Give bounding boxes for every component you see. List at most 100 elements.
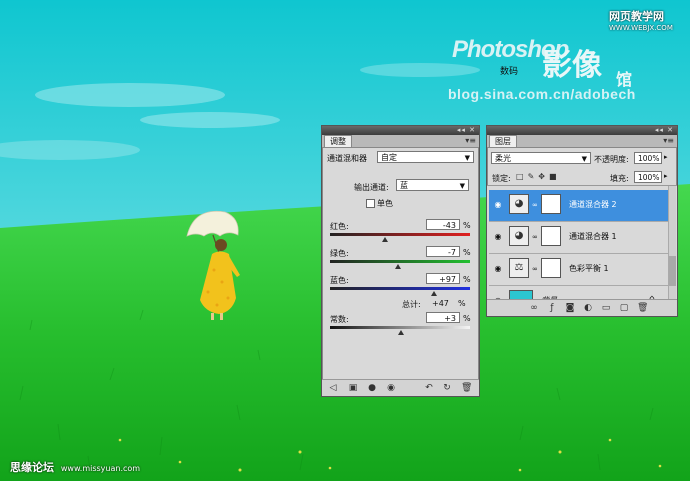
layer-name: 通道混合器 2 xyxy=(569,200,617,209)
collapse-close-icon[interactable]: ◂◂ ✕ xyxy=(457,126,476,134)
lock-move-icon[interactable]: ✥ xyxy=(538,172,549,181)
red-percent: % xyxy=(463,221,471,230)
tab-adjustments[interactable]: 调整 xyxy=(324,135,352,147)
adjustments-bottom-toolbar: ◁ ▣ ● ◉ ↶ ↻ 🗑 xyxy=(322,379,479,396)
layer-mask-thumbnail[interactable] xyxy=(541,194,561,214)
visibility-icon[interactable]: ◉ xyxy=(386,383,396,393)
eye-icon[interactable]: ◉ xyxy=(493,264,503,274)
brand-shuma: 数码 xyxy=(500,67,519,77)
new-group-icon[interactable]: ▭ xyxy=(601,303,611,313)
mono-label: 单色 xyxy=(377,199,393,208)
layer-name: 色彩平衡 1 xyxy=(569,264,609,273)
green-slider-thumb[interactable] xyxy=(394,264,401,269)
panel-titlebar[interactable]: ◂◂ ✕ xyxy=(487,126,677,135)
layer-row-channel-mixer-1[interactable]: ◉ ◕ ∞ 通道混合器 1 xyxy=(489,222,668,254)
site-url: WWW.WEBJX.COM xyxy=(609,24,673,32)
fill-label: 填充: xyxy=(610,174,629,183)
constant-label: 常数: xyxy=(330,315,349,324)
opacity-input[interactable]: 100% xyxy=(634,152,662,164)
blend-mode-value: 柔光 xyxy=(495,154,511,163)
lock-transparent-icon[interactable]: □ xyxy=(516,172,528,181)
red-value-input[interactable]: -43 xyxy=(426,219,460,230)
expand-view-icon[interactable]: ▣ xyxy=(348,383,358,393)
new-layer-icon[interactable]: ▢ xyxy=(619,303,629,313)
tab-layers[interactable]: 图层 xyxy=(489,135,517,147)
view-previous-icon[interactable]: ↶ xyxy=(424,383,434,393)
layers-list: ◉ ◕ ∞ 通道混合器 2 ◉ ◕ ∞ 通道混合器 1 ◉ ⚖ ∞ 色彩平衡 1 xyxy=(487,185,677,301)
return-to-list-icon[interactable]: ◁ xyxy=(328,383,338,393)
preset-dropdown[interactable]: 自定 ▼ xyxy=(377,151,474,163)
top-right-watermark: 网页教学网 WWW.WEBJX.COM xyxy=(609,8,673,32)
channel-mixer-icon: ◕ xyxy=(509,194,529,214)
red-label: 红色: xyxy=(330,222,349,231)
opacity-label: 不透明度: xyxy=(594,155,629,164)
color-balance-icon: ⚖ xyxy=(509,258,529,278)
red-slider-thumb[interactable] xyxy=(381,237,388,242)
output-channel-dropdown[interactable]: 蓝 ▼ xyxy=(396,179,469,191)
layer-row-color-balance-1[interactable]: ◉ ⚖ ∞ 色彩平衡 1 xyxy=(489,254,668,286)
chevron-down-icon: ▼ xyxy=(459,182,465,190)
panel-menu-icon[interactable]: ▾≡ xyxy=(465,136,476,145)
link-layers-icon[interactable]: ∞ xyxy=(529,303,539,313)
green-value-input[interactable]: -7 xyxy=(426,246,460,257)
blue-label: 蓝色: xyxy=(330,276,349,285)
blue-slider-thumb[interactable] xyxy=(430,291,437,296)
constant-slider-track[interactable] xyxy=(330,326,470,329)
trash-icon[interactable]: 🗑 xyxy=(637,303,648,313)
scrollbar-thumb[interactable] xyxy=(669,256,676,286)
link-icon[interactable]: ∞ xyxy=(532,265,538,273)
total-label: 总计: xyxy=(402,300,421,309)
blue-slider-track[interactable] xyxy=(330,287,470,290)
channel-mixer-icon: ◕ xyxy=(509,226,529,246)
lock-all-icon[interactable]: ■ xyxy=(549,172,561,181)
output-channel-label: 输出通道: xyxy=(354,183,389,192)
forum-name: 思缘论坛 xyxy=(10,461,54,474)
fill-arrow-icon[interactable]: ▸ xyxy=(664,172,668,180)
layer-name: 通道混合器 1 xyxy=(569,232,617,241)
mono-checkbox[interactable] xyxy=(366,199,375,208)
chevron-down-icon: ▼ xyxy=(581,155,587,163)
site-name: 网页教学网 xyxy=(609,10,664,23)
output-channel-value: 蓝 xyxy=(400,181,408,190)
link-icon[interactable]: ∞ xyxy=(532,233,538,241)
blue-percent: % xyxy=(463,275,471,284)
layers-scrollbar[interactable] xyxy=(668,186,676,301)
layer-mask-thumbnail[interactable] xyxy=(541,226,561,246)
adjustments-panel: ◂◂ ✕ 调整 ▾≡ 通道混和器 自定 ▼ 输出通道: 蓝 ▼ 单色 红色: -… xyxy=(321,125,480,397)
layer-row-channel-mixer-2[interactable]: ◉ ◕ ∞ 通道混合器 2 xyxy=(489,190,668,222)
opacity-arrow-icon[interactable]: ▸ xyxy=(664,153,668,161)
fill-input[interactable]: 100% xyxy=(634,171,662,183)
add-mask-icon[interactable]: ◙ xyxy=(565,303,575,313)
blog-url: blog.sina.com.cn/adobech xyxy=(448,86,636,102)
reset-icon[interactable]: ↻ xyxy=(442,383,452,393)
constant-value-input[interactable]: +3 xyxy=(426,312,460,323)
constant-percent: % xyxy=(463,314,471,323)
panel-menu-icon[interactable]: ▾≡ xyxy=(663,136,674,145)
total-percent: % xyxy=(458,299,466,308)
bottom-left-watermark: 思缘论坛 www.missyuan.com xyxy=(10,459,140,475)
link-icon[interactable]: ∞ xyxy=(532,201,538,209)
layers-panel: ◂◂ ✕ 图层 ▾≡ 柔光 ▼ 不透明度: 100% ▸ 锁定: □✎✥■ 填充… xyxy=(486,125,678,317)
blue-value-input[interactable]: +97 xyxy=(426,273,460,284)
forum-url: www.missyuan.com xyxy=(60,464,141,473)
constant-slider-thumb[interactable] xyxy=(398,330,405,335)
red-slider-track[interactable] xyxy=(330,233,470,236)
collapse-close-icon[interactable]: ◂◂ ✕ xyxy=(655,126,674,134)
new-adjustment-icon[interactable]: ◐ xyxy=(583,303,593,313)
lock-paint-icon[interactable]: ✎ xyxy=(528,172,539,181)
brand-yingxiang: 影像 xyxy=(542,48,602,83)
total-value: +47 xyxy=(432,299,449,308)
preset-label: 通道混和器 xyxy=(327,154,367,163)
layer-mask-thumbnail[interactable] xyxy=(541,258,561,278)
panel-titlebar[interactable]: ◂◂ ✕ xyxy=(322,126,479,135)
eye-icon[interactable]: ◉ xyxy=(493,200,503,210)
trash-icon[interactable]: 🗑 xyxy=(461,383,472,393)
eye-icon[interactable]: ◉ xyxy=(493,232,503,242)
chevron-down-icon: ▼ xyxy=(464,154,470,162)
blend-mode-dropdown[interactable]: 柔光 ▼ xyxy=(491,152,591,164)
fx-icon[interactable]: ƒ xyxy=(547,303,557,313)
green-slider-track[interactable] xyxy=(330,260,470,263)
clip-to-layer-icon[interactable]: ● xyxy=(367,383,377,393)
lock-icons: □✎✥■ xyxy=(516,172,561,181)
lock-label: 锁定: xyxy=(492,174,511,183)
